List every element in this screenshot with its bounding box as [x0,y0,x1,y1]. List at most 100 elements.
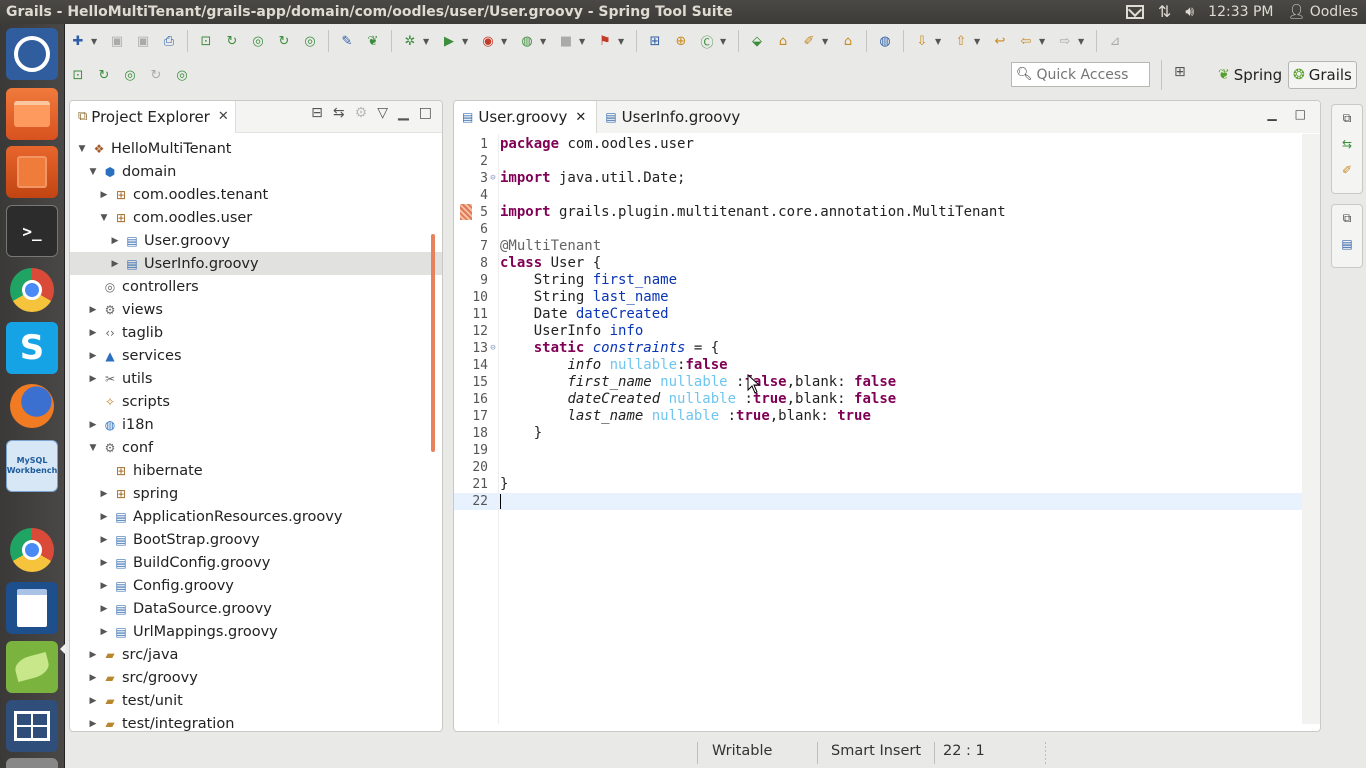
volume-icon[interactable]: 🔊︎ [1185,4,1194,20]
code-line[interactable]: 6 [454,221,1302,238]
expand-arrow-icon[interactable]: ▶ [98,190,110,200]
expand-arrow-icon[interactable]: ▶ [87,420,99,430]
code-line[interactable]: 18 } [454,425,1302,442]
fold-toggle-icon[interactable]: ⊖ [488,340,498,357]
code-line[interactable]: 17 last_name nullable :true,blank: true [454,408,1302,425]
task-dropdown-icon[interactable]: ▼ [822,37,832,46]
spring-leaf-icon[interactable]: ❦ [362,30,384,52]
tree-item[interactable]: ▶ ▤ ApplicationResources.groovy [70,505,442,528]
tree-item[interactable]: ▼ ⊞ com.oodles.user [70,206,442,229]
tree-item[interactable]: ▶ ▰ src/groovy [70,666,442,689]
collapse-arrow-icon[interactable]: ▼ [76,144,88,154]
tab-project-explorer[interactable]: ⧉ Project Explorer ✕ [70,101,236,133]
debug-dropdown-icon[interactable]: ▼ [423,37,433,46]
open-type-icon[interactable]: ⬙ [746,30,768,52]
code-line[interactable]: 4 [454,187,1302,204]
next-annotation-dropdown-icon[interactable]: ▼ [935,37,945,46]
mysql-workbench-icon[interactable]: MySQL Workbench [6,440,58,492]
expand-arrow-icon[interactable]: ▶ [87,305,99,315]
workspace-switcher-icon[interactable] [6,700,58,752]
new-grails-project-icon[interactable]: ↻ [221,30,243,52]
collapse-arrow-icon[interactable]: ▼ [87,167,99,177]
tree-item[interactable]: ✧ scripts [70,390,442,413]
minimize-icon[interactable]: ▁ [398,105,409,121]
code-line[interactable]: 14 info nullable:false [454,357,1302,374]
clock[interactable]: 12:33 PM [1208,4,1273,20]
code-line[interactable]: 10 String last_name [454,289,1302,306]
tree-item[interactable]: ▼ ⚙ conf [70,436,442,459]
code-line[interactable]: 12 UserInfo info [454,323,1302,340]
restore-icon[interactable]: ⧉ [1332,205,1362,231]
collapse-arrow-icon[interactable]: ▼ [98,213,110,223]
expand-arrow-icon[interactable]: ▶ [98,604,110,614]
code-line[interactable]: 22 [454,493,1302,510]
code-line[interactable]: 7 @MultiTenant [454,238,1302,255]
toggle-breakpoint-icon[interactable]: ✎ [336,30,358,52]
expand-arrow-icon[interactable]: ▶ [109,236,121,246]
run-dropdown-icon[interactable]: ▼ [462,37,472,46]
tree-item[interactable]: ▶ ✂ utils [70,367,442,390]
tree-item[interactable]: ▶ ▤ DataSource.groovy [70,597,442,620]
tree-item[interactable]: ▶ ▤ BuildConfig.groovy [70,551,442,574]
stop-dropdown-icon[interactable]: ▼ [579,37,589,46]
software-center-icon[interactable] [6,146,58,198]
grails-run-command-icon[interactable]: ⊡ [67,64,89,86]
perspective-spring[interactable]: ❦ Spring [1214,61,1286,89]
grails-create-icon[interactable]: ↻ [93,64,115,86]
next-annotation-icon[interactable]: ⇩ [911,30,933,52]
deploy-icon[interactable]: ⚑ [594,30,616,52]
dash-home-icon[interactable] [6,28,58,80]
user-menu[interactable]: 👤︎ Oodles [1287,4,1358,20]
terminal-icon[interactable]: >_ [6,205,58,257]
tree-item[interactable]: ▶ ▰ test/integration [70,712,442,732]
tree-item[interactable]: ▼ ⬢ domain [70,160,442,183]
code-line[interactable]: 19 [454,442,1302,459]
new-class-icon[interactable]: Ⓒ [696,30,718,52]
forward-dropdown-icon[interactable]: ▼ [1078,37,1088,46]
new-service-icon[interactable]: ◎ [299,30,321,52]
server-icon[interactable]: ◍ [516,30,538,52]
quick-access-input[interactable] [1036,66,1147,83]
link-with-editor-icon[interactable]: ⇆ [333,105,345,121]
files-icon[interactable] [6,88,58,140]
code-line[interactable]: 11 Date dateCreated [454,306,1302,323]
open-folder-icon[interactable]: ⌂ [772,30,794,52]
collapse-arrow-icon[interactable]: ▼ [87,443,99,453]
code-line[interactable]: 2 [454,153,1302,170]
last-edit-location-icon[interactable]: ↩ [989,30,1011,52]
code-line[interactable]: 5 import grails.plugin.multitenant.core.a… [454,204,1302,221]
network-icon[interactable]: ⇅ [1158,4,1171,20]
save-icon[interactable]: ▣ [106,30,128,52]
editor-overview-ruler[interactable] [1302,134,1320,724]
code-line[interactable]: 1 package com.oodles.user [454,136,1302,153]
chrome-icon[interactable] [6,524,58,576]
open-task-icon[interactable]: ✐ [798,30,820,52]
code-line[interactable]: 3 ⊖ import java.util.Date; [454,170,1302,187]
external-dropdown-icon[interactable]: ▼ [501,37,511,46]
tree-item[interactable]: ▶ ⊞ spring [70,482,442,505]
pin-editor-icon[interactable]: ⊿ [1104,30,1126,52]
code-line[interactable]: 20 [454,459,1302,476]
previous-annotation-icon[interactable]: ⇧ [950,30,972,52]
view-menu-icon[interactable]: ▽ [377,105,388,121]
skype-icon[interactable]: S [6,322,58,374]
expand-arrow-icon[interactable]: ▶ [87,328,99,338]
minimize-icon[interactable]: ▁ [1267,107,1276,121]
tree-item[interactable]: ▶ ◍ i18n [70,413,442,436]
collapse-all-icon[interactable]: ⊟ [311,105,323,121]
expand-arrow-icon[interactable]: ▶ [98,535,110,545]
filter-icon[interactable]: ⚙ [355,105,368,121]
tree-item[interactable]: ▶ ▤ UrlMappings.groovy [70,620,442,643]
tree-item[interactable]: ▶ ⚙ views [70,298,442,321]
expand-arrow-icon[interactable]: ▶ [87,351,99,361]
new-domain-class-icon[interactable]: ◎ [247,30,269,52]
new-dropdown-icon[interactable]: ▼ [91,37,101,46]
expand-arrow-icon[interactable]: ▶ [98,581,110,591]
print-icon[interactable]: ⎙ [158,30,180,52]
code-line[interactable]: 15 first_name nullable :false,blank: fal… [454,374,1302,391]
writer-icon[interactable] [6,582,58,634]
server-dropdown-icon[interactable]: ▼ [540,37,550,46]
tree-item[interactable]: ▶ ▤ User.groovy [70,229,442,252]
grails-command-icon[interactable]: ⊡ [195,30,217,52]
tree-item[interactable]: ⊞ hibernate [70,459,442,482]
